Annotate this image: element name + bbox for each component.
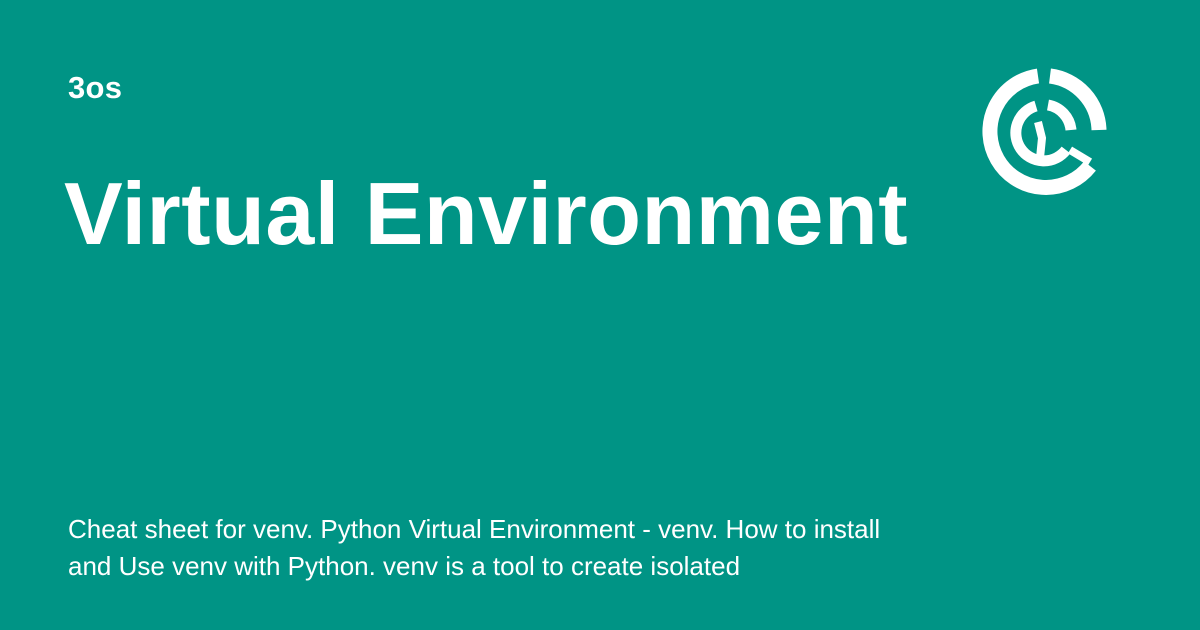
page-title: Virtual Environment (64, 164, 909, 263)
social-card: 3os Virtual Environment Cheat sheet for … (0, 0, 1200, 630)
page-description: Cheat sheet for venv. Python Virtual Env… (68, 514, 881, 581)
site-logo-icon (982, 68, 1107, 195)
site-name: 3os (68, 70, 123, 105)
